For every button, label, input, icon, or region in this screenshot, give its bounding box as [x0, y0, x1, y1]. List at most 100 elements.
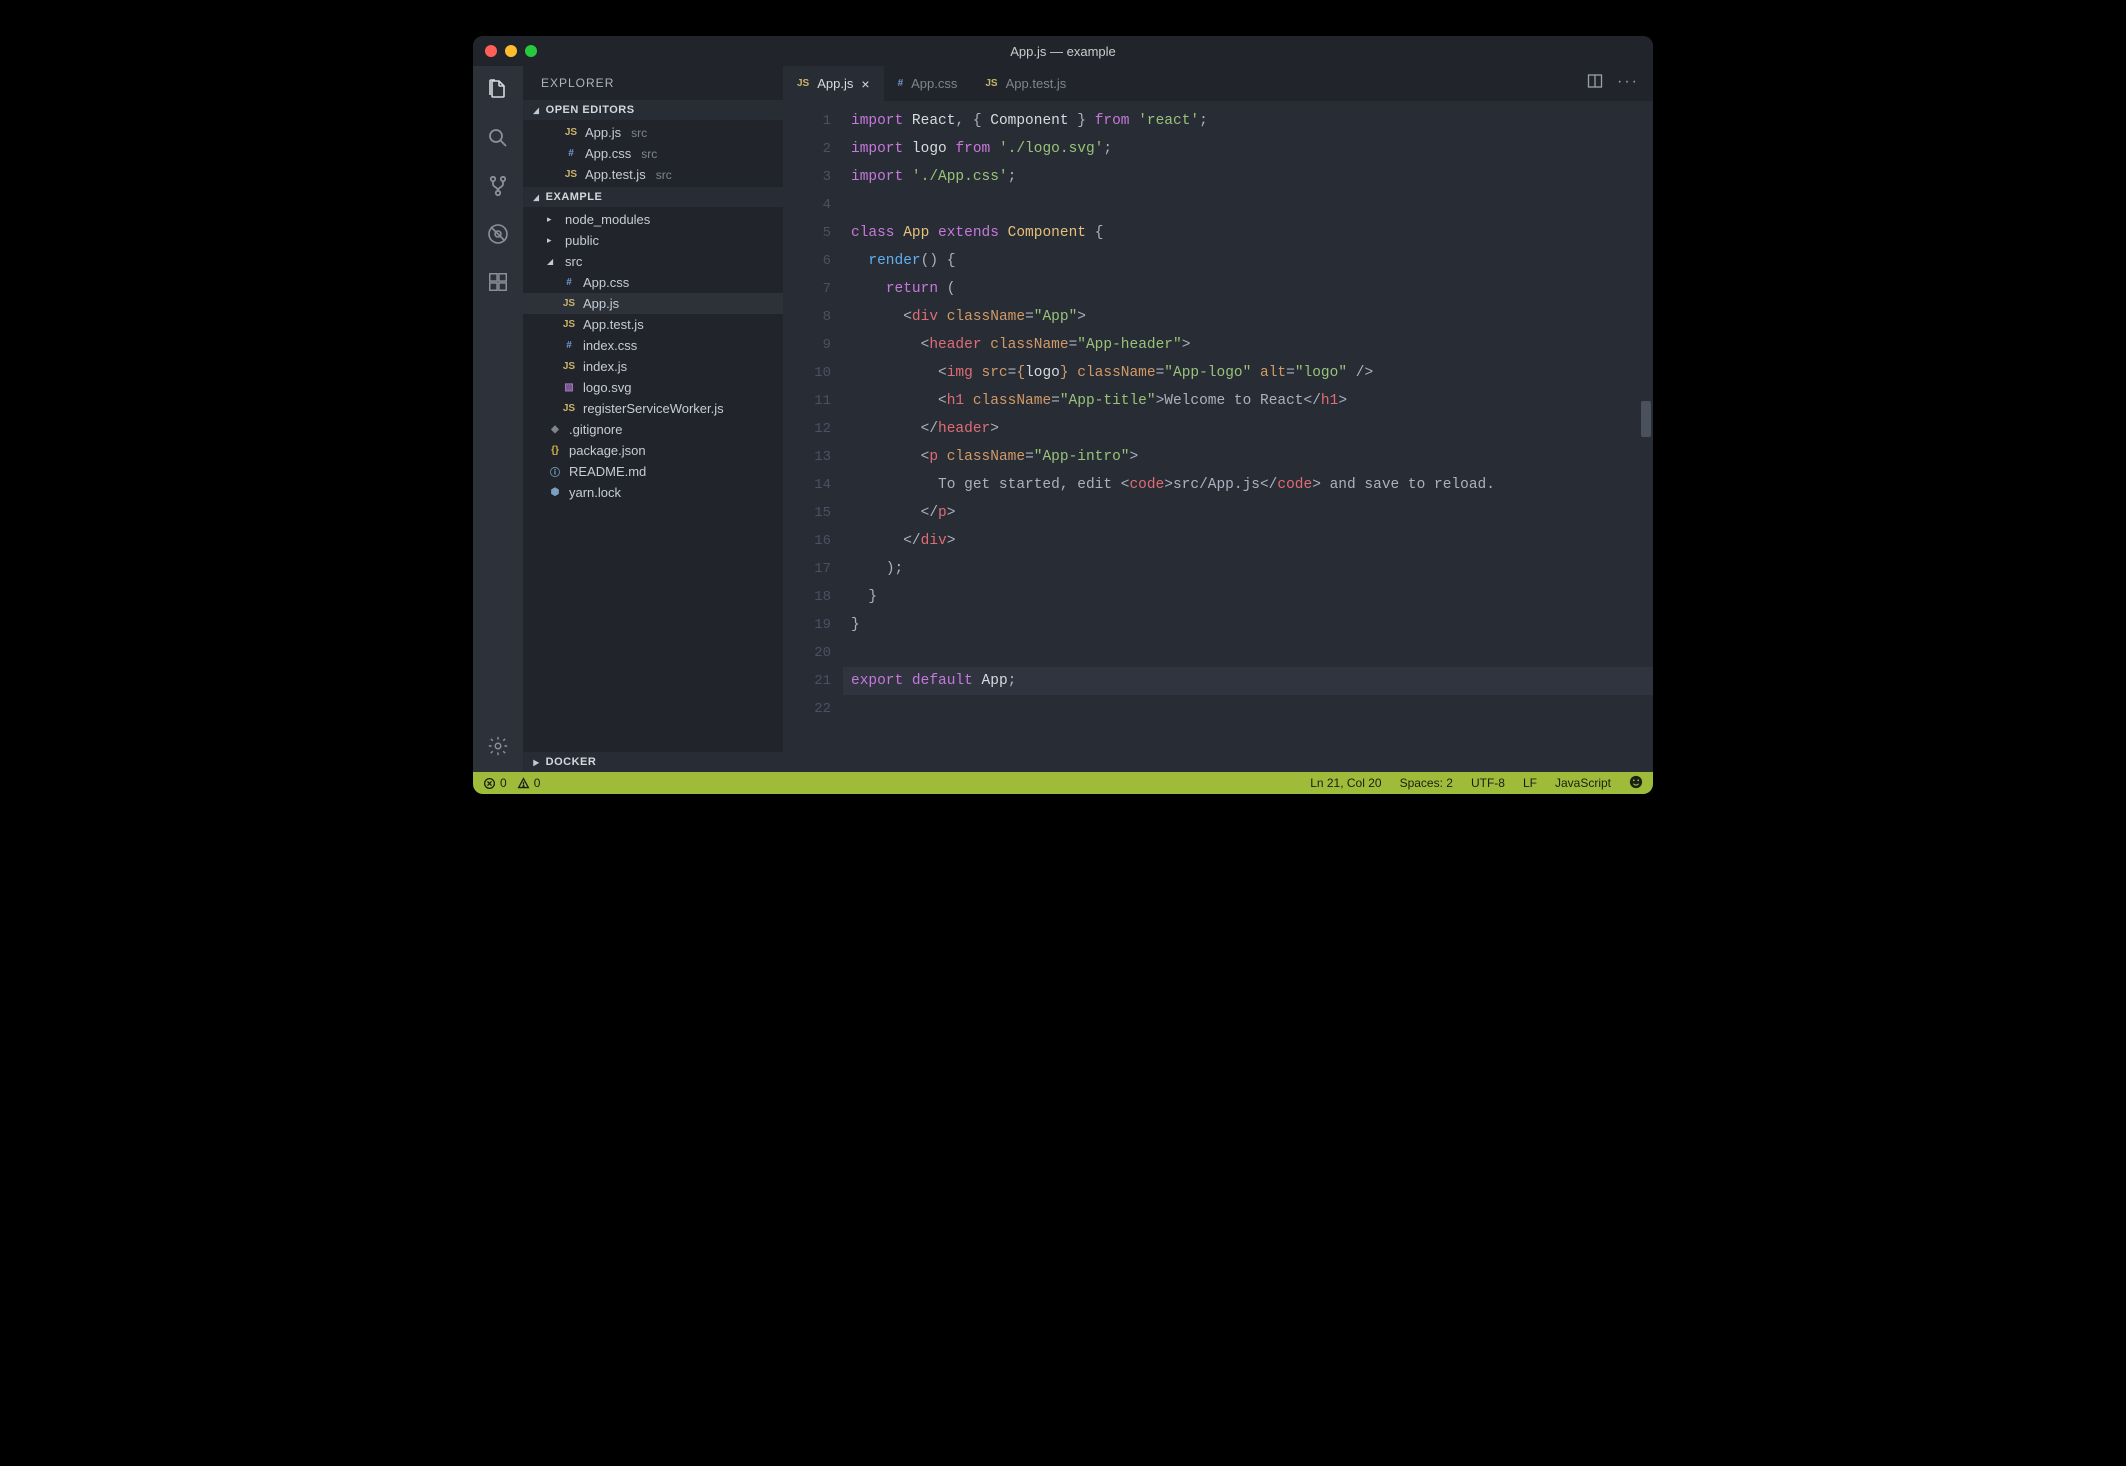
code-line[interactable] — [843, 191, 1653, 219]
file-name: node_modules — [565, 212, 650, 227]
encoding[interactable]: UTF-8 — [1471, 776, 1505, 790]
file-type-icon: ▧ — [561, 382, 577, 393]
open-editor-item[interactable]: #App.csssrc — [523, 143, 783, 164]
open-editors-header[interactable]: OPEN EDITORS — [523, 100, 783, 120]
source-control-icon[interactable] — [484, 172, 512, 200]
extensions-icon[interactable] — [484, 268, 512, 296]
tab-label: App.test.js — [1006, 76, 1067, 91]
indentation[interactable]: Spaces: 2 — [1400, 776, 1453, 790]
code-line[interactable]: </header> — [843, 415, 1653, 443]
open-editor-item[interactable]: JSApp.jssrc — [523, 122, 783, 143]
file-type-icon: JS — [561, 298, 577, 309]
open-editor-item[interactable]: JS App.test.js src — [523, 164, 783, 185]
tab-label: App.css — [911, 76, 957, 91]
errors-count: 0 — [500, 776, 507, 790]
code-line[interactable]: <header className="App-header"> — [843, 331, 1653, 359]
file-name: src — [565, 254, 582, 269]
docker-label: DOCKER — [546, 756, 597, 768]
code-line[interactable]: export default App; — [843, 667, 1653, 695]
file-name: index.js — [583, 359, 627, 374]
file-name: README.md — [569, 464, 646, 479]
warnings-indicator[interactable]: 0 — [517, 776, 541, 790]
code-line[interactable]: ); — [843, 555, 1653, 583]
file-name: App.css — [585, 146, 631, 161]
file-name: App.js — [583, 296, 619, 311]
debug-icon[interactable] — [484, 220, 512, 248]
more-actions-icon[interactable]: ··· — [1617, 73, 1639, 94]
code-line[interactable]: import logo from './logo.svg'; — [843, 135, 1653, 163]
editor-tab[interactable]: JSApp.js× — [783, 66, 884, 101]
warnings-count: 0 — [534, 776, 541, 790]
file-item[interactable]: JS index.js — [523, 356, 783, 377]
file-item[interactable]: JSApp.test.js — [523, 314, 783, 335]
file-name: App.css — [583, 275, 629, 290]
file-item[interactable]: JS App.js — [523, 293, 783, 314]
code-content[interactable]: import React, { Component } from 'react'… — [843, 101, 1653, 772]
project-label: EXAMPLE — [546, 191, 603, 203]
file-name: registerServiceWorker.js — [583, 401, 724, 416]
folder-item[interactable]: src — [523, 251, 783, 272]
close-tab-icon[interactable]: × — [861, 76, 869, 92]
file-type-icon: # — [563, 148, 579, 159]
file-item[interactable]: ⓘ README.md — [523, 461, 783, 482]
errors-indicator[interactable]: 0 — [483, 776, 507, 790]
code-line[interactable] — [843, 639, 1653, 667]
file-item[interactable]: {}package.json — [523, 440, 783, 461]
file-type-icon: JS — [563, 169, 579, 180]
search-icon[interactable] — [484, 124, 512, 152]
file-item[interactable]: ⬢ yarn.lock — [523, 482, 783, 503]
file-path: src — [656, 168, 672, 182]
cursor-position[interactable]: Ln 21, Col 20 — [1310, 776, 1381, 790]
docker-header[interactable]: DOCKER — [523, 752, 783, 772]
tab-actions: ··· — [1587, 73, 1653, 94]
file-type-icon: # — [898, 78, 904, 89]
file-name: yarn.lock — [569, 485, 621, 500]
code-line[interactable]: import './App.css'; — [843, 163, 1653, 191]
eol[interactable]: LF — [1523, 776, 1537, 790]
file-item[interactable]: # App.css — [523, 272, 783, 293]
feedback-smiley-icon[interactable] — [1629, 775, 1643, 792]
file-type-icon: ⬢ — [547, 487, 563, 498]
scrollbar-thumb[interactable] — [1641, 401, 1651, 437]
code-line[interactable]: render() { — [843, 247, 1653, 275]
file-type-icon: # — [561, 277, 577, 288]
code-line[interactable]: <img src={logo} className="App-logo" alt… — [843, 359, 1653, 387]
file-name: App.test.js — [585, 167, 646, 182]
file-name: App.test.js — [583, 317, 644, 332]
file-path: src — [631, 126, 647, 140]
sidebar-title: EXPLORER — [523, 66, 783, 100]
code-line[interactable]: <p className="App-intro"> — [843, 443, 1653, 471]
explorer-icon[interactable] — [484, 76, 512, 104]
code-line[interactable]: </p> — [843, 499, 1653, 527]
code-line[interactable]: return ( — [843, 275, 1653, 303]
code-line[interactable]: } — [843, 611, 1653, 639]
file-name: .gitignore — [569, 422, 622, 437]
code-line[interactable]: <h1 className="App-title">Welcome to Rea… — [843, 387, 1653, 415]
code-line[interactable]: </div> — [843, 527, 1653, 555]
folder-item[interactable]: public — [523, 230, 783, 251]
settings-gear-icon[interactable] — [484, 732, 512, 760]
split-editor-icon[interactable] — [1587, 73, 1603, 94]
language-mode[interactable]: JavaScript — [1555, 776, 1611, 790]
file-item[interactable]: #index.css — [523, 335, 783, 356]
project-header[interactable]: EXAMPLE — [523, 187, 783, 207]
file-name: App.js — [585, 125, 621, 140]
file-name: package.json — [569, 443, 646, 458]
file-type-icon: JS — [985, 78, 997, 89]
code-line[interactable]: class App extends Component { — [843, 219, 1653, 247]
file-type-icon: ⓘ — [547, 464, 563, 479]
code-line[interactable]: <div className="App"> — [843, 303, 1653, 331]
code-line[interactable] — [843, 695, 1653, 723]
code-line[interactable]: import React, { Component } from 'react'… — [843, 107, 1653, 135]
file-item[interactable]: JSregisterServiceWorker.js — [523, 398, 783, 419]
file-item[interactable]: ▧logo.svg — [523, 377, 783, 398]
file-type-icon: JS — [561, 361, 577, 372]
editor-tab[interactable]: JS App.test.js — [971, 66, 1080, 101]
file-type-icon: ◆ — [547, 424, 563, 435]
folder-item[interactable]: node_modules — [523, 209, 783, 230]
code-editor[interactable]: 12345678910111213141516171819202122 impo… — [783, 101, 1653, 772]
file-item[interactable]: ◆ .gitignore — [523, 419, 783, 440]
code-line[interactable]: } — [843, 583, 1653, 611]
editor-tab[interactable]: # App.css — [884, 66, 972, 101]
code-line[interactable]: To get started, edit <code>src/App.js</c… — [843, 471, 1653, 499]
